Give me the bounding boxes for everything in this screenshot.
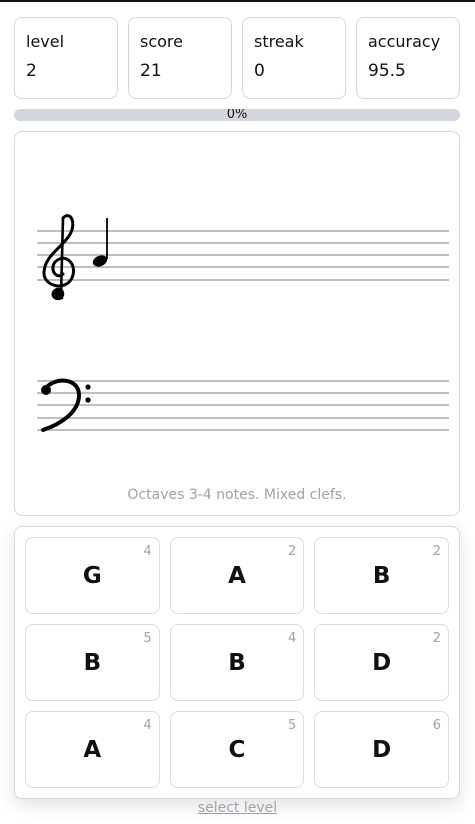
answer-note-label: G [82,562,102,589]
answer-note-label: B [83,649,102,676]
answer-note-label: C [228,736,246,763]
answer-button[interactable]: B 4 [169,624,305,701]
answer-note-label: A [228,562,246,589]
answer-note-label: D [372,649,392,676]
answer-button[interactable]: C 5 [169,711,305,788]
answer-note-label: A [83,736,102,763]
answer-count: 5 [143,631,152,646]
grand-staff [37,214,449,432]
answer-button[interactable]: B 5 [25,624,160,701]
answer-button[interactable]: A 4 [25,711,160,788]
answer-count: 2 [288,544,297,559]
answer-count: 4 [143,544,152,559]
answer-note-label: D [372,736,392,763]
top-border [0,0,475,2]
bass-staff [37,380,449,431]
answer-count: 6 [432,718,441,733]
answer-button[interactable]: D 6 [314,711,449,788]
stat-accuracy-label: accuracy [368,32,441,51]
answer-count: 5 [288,718,297,733]
treble-clef-icon [42,214,75,301]
answer-button[interactable]: B 2 [314,537,449,614]
progress-bar: 0% [14,109,460,121]
stat-accuracy: accuracy 95.5 [356,17,460,99]
answer-button[interactable]: A 2 [169,537,305,614]
stat-level: level 2 [14,17,118,99]
answer-count: 2 [432,544,441,559]
stat-accuracy-value: 95.5 [368,61,406,81]
answer-grid: G 4 A 2 B 2 B 5 B 4 D 2 A 4 C 5 D 6 [14,526,460,799]
answer-button[interactable]: G 4 [25,537,160,614]
level-hint: Octaves 3-4 notes. Mixed clefs. [127,487,347,503]
answer-count: 4 [288,631,297,646]
select-level-link[interactable]: select level [0,800,475,816]
answer-count: 4 [143,718,152,733]
answer-button[interactable]: D 2 [314,624,449,701]
staff-panel: Octaves 3-4 notes. Mixed clefs. [14,131,460,516]
stat-score-value: 21 [140,61,162,81]
stats-bar: level 2 score 21 streak 0 accuracy 95.5 [14,17,460,99]
stat-streak-value: 0 [254,61,265,81]
stat-score-label: score [140,32,183,51]
treble-staff [37,230,449,281]
answer-count: 2 [432,631,441,646]
stat-streak: streak 0 [242,17,346,99]
stat-score: score 21 [128,17,232,99]
stat-streak-label: streak [254,32,304,51]
stat-level-value: 2 [26,61,37,81]
stat-level-label: level [26,32,65,51]
answer-note-label: B [372,562,391,589]
progress-text: 0% [226,109,248,121]
answer-note-label: B [228,649,246,676]
